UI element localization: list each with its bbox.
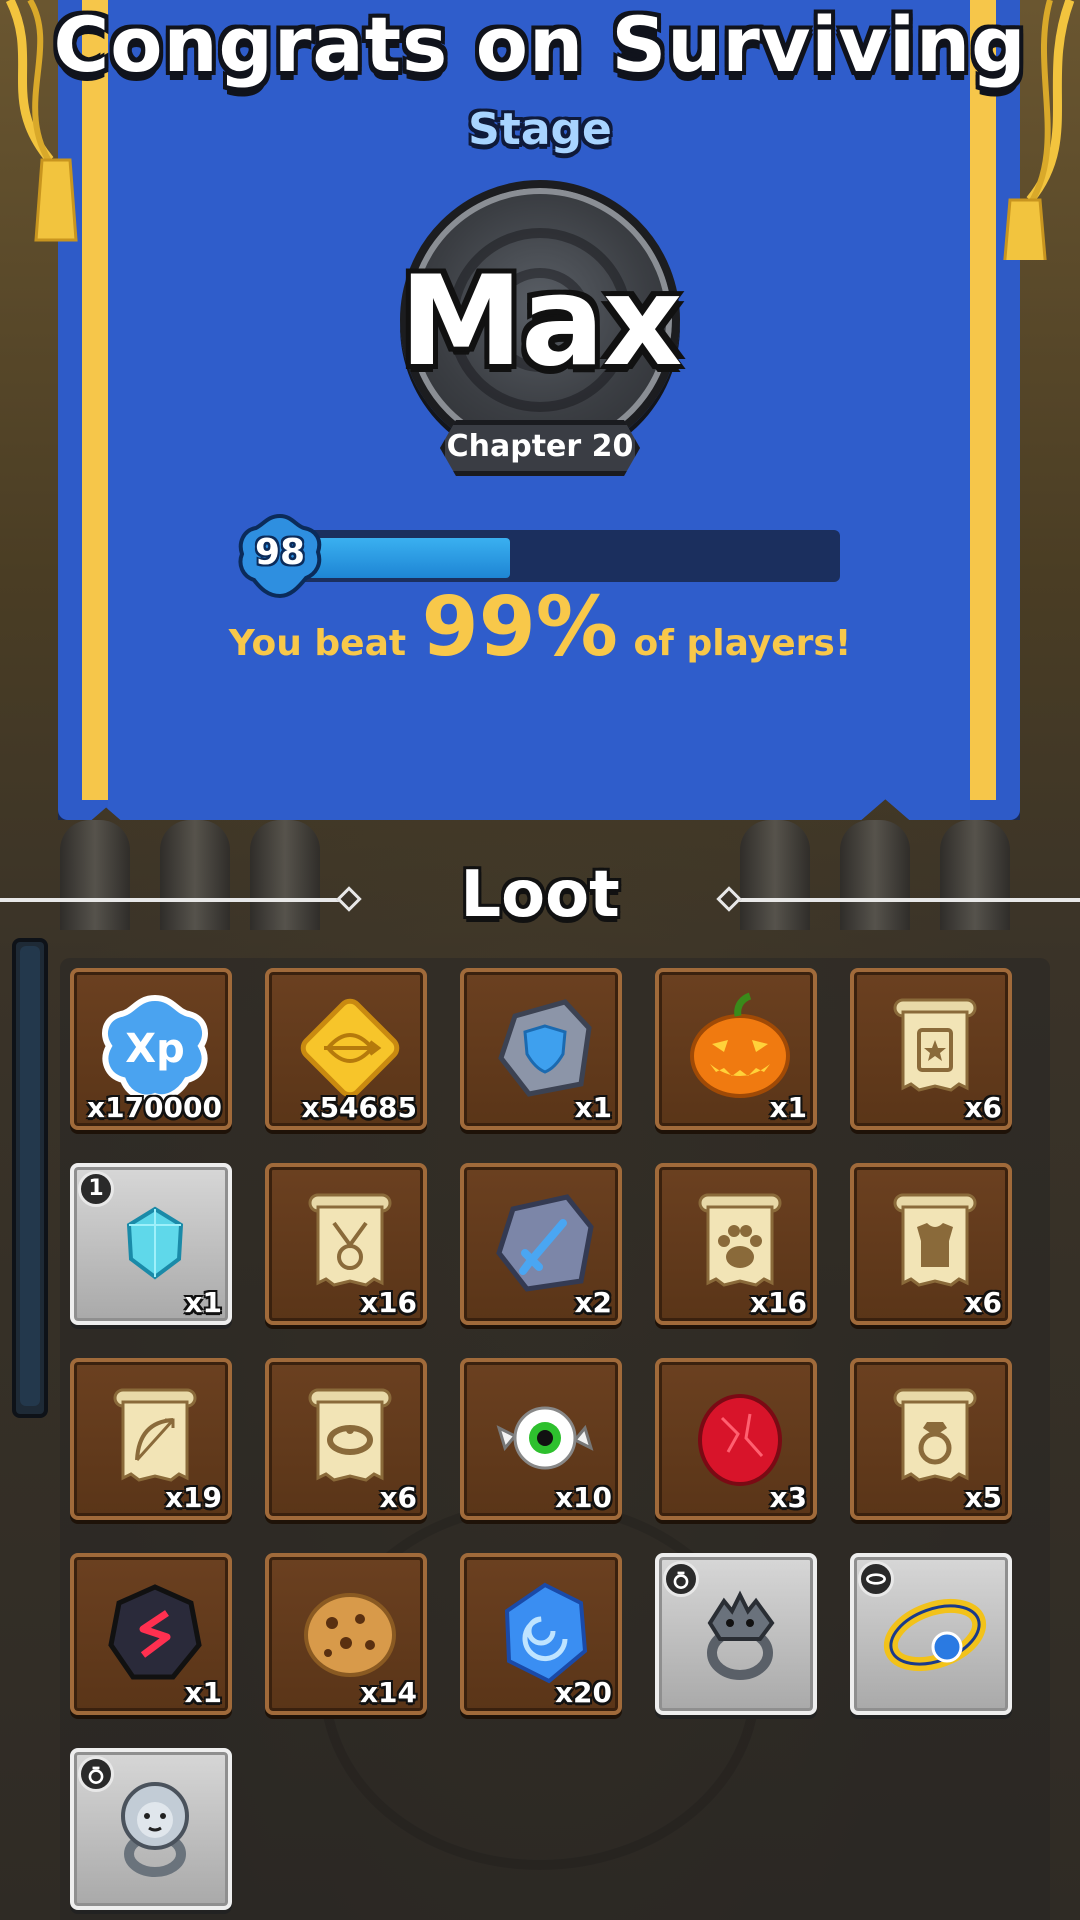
item-quantity: x16 xyxy=(749,1286,807,1319)
gem-icon xyxy=(126,1206,184,1280)
ranking-percent: 99% xyxy=(421,580,618,675)
item-quantity: x16 xyxy=(359,1286,417,1319)
cookie-icon xyxy=(304,1593,396,1677)
gold-bow-coin-icon xyxy=(300,998,400,1098)
gold-bracelet-icon xyxy=(883,1598,987,1672)
level-progress-bar xyxy=(290,530,840,582)
jack-o-lantern-icon xyxy=(690,992,790,1098)
loot-item-armor-scroll[interactable]: x6 xyxy=(850,1163,1012,1325)
item-quantity: x1 xyxy=(184,1286,222,1319)
loot-item-dragon-ring[interactable] xyxy=(655,1553,817,1715)
item-quantity: x54685 xyxy=(301,1091,417,1124)
loot-item-shield-stone[interactable]: x1 xyxy=(460,968,622,1130)
stage-label: Stage xyxy=(468,104,612,155)
ranking-suffix: of players! xyxy=(633,623,852,664)
loot-title: Loot xyxy=(460,858,620,932)
ring-scroll-icon xyxy=(893,1388,977,1482)
eye-candy-icon xyxy=(496,1406,594,1470)
item-quantity: x1 xyxy=(184,1676,222,1709)
ring-type-icon xyxy=(663,1561,699,1597)
item-quantity: x6 xyxy=(379,1481,417,1514)
item-quantity: x10 xyxy=(554,1481,612,1514)
loot-item-cookie[interactable]: x14 xyxy=(265,1553,427,1715)
loot-item-jack-o-lantern[interactable]: x1 xyxy=(655,968,817,1130)
item-quantity: x5 xyxy=(964,1481,1002,1514)
loot-item-bow-scroll[interactable]: x19 xyxy=(70,1358,232,1520)
item-quantity: x1 xyxy=(769,1091,807,1124)
armor-scroll-icon xyxy=(893,1193,977,1287)
item-quantity: x3 xyxy=(769,1481,807,1514)
ring-type-icon xyxy=(78,1756,114,1792)
loot-item-paw-scroll[interactable]: x16 xyxy=(655,1163,817,1325)
loot-item-gold-bow-coin[interactable]: x54685 xyxy=(265,968,427,1130)
count-badge: 1 xyxy=(78,1171,114,1207)
scrollbar-thumb[interactable] xyxy=(20,946,40,1406)
level-number: 98 xyxy=(254,532,306,573)
dragon-ring-icon xyxy=(707,1590,775,1680)
shield-stone-icon xyxy=(498,999,592,1097)
bracelet-scroll-icon xyxy=(308,1388,392,1482)
loot-item-amulet-scroll[interactable]: x16 xyxy=(265,1163,427,1325)
loot-item-blue-crystal[interactable]: x20 xyxy=(460,1553,622,1715)
loot-item-red-orb[interactable]: x3 xyxy=(655,1358,817,1520)
item-quantity: x19 xyxy=(164,1481,222,1514)
sword-stone-icon xyxy=(496,1194,594,1292)
svg-text:Xp: Xp xyxy=(125,1026,184,1072)
bracelet-type-icon xyxy=(858,1561,894,1597)
loot-item-dark-rune[interactable]: x1 xyxy=(70,1553,232,1715)
dark-rune-icon xyxy=(108,1584,202,1680)
loot-item-lion-ring[interactable] xyxy=(70,1748,232,1910)
amulet-scroll-icon xyxy=(308,1193,392,1287)
item-quantity: x6 xyxy=(964,1091,1002,1124)
chapter-label: Chapter 20 xyxy=(446,429,634,464)
stage-name: Max xyxy=(399,250,682,394)
ranking-prefix: You beat xyxy=(228,623,407,664)
book-scroll-icon xyxy=(893,998,977,1092)
blue-crystal-icon xyxy=(504,1582,588,1684)
side-scrollbar[interactable] xyxy=(12,938,48,1418)
lion-ring-icon xyxy=(121,1782,189,1877)
item-quantity: x6 xyxy=(964,1286,1002,1319)
congrats-title: Congrats on Surviving xyxy=(53,0,1027,89)
item-quantity: x2 xyxy=(574,1286,612,1319)
bow-scroll-icon xyxy=(113,1388,197,1482)
loot-item-eye-candy[interactable]: x10 xyxy=(460,1358,622,1520)
xp-icon: Xp xyxy=(102,994,208,1101)
loot-item-gem[interactable]: 1 x1 xyxy=(70,1163,232,1325)
item-quantity: x20 xyxy=(554,1676,612,1709)
item-quantity: x14 xyxy=(359,1676,417,1709)
red-orb-icon xyxy=(698,1394,782,1486)
paw-scroll-icon xyxy=(698,1193,782,1287)
loot-item-ring-scroll[interactable]: x5 xyxy=(850,1358,1012,1520)
ranking-text: You beat 99% of players! xyxy=(0,580,1080,675)
item-quantity: x170000 xyxy=(87,1091,222,1124)
loot-item-sword-stone[interactable]: x2 xyxy=(460,1163,622,1325)
item-quantity: x1 xyxy=(574,1091,612,1124)
loot-item-bracelet-scroll[interactable]: x6 xyxy=(265,1358,427,1520)
loot-item-gold-bracelet[interactable] xyxy=(850,1553,1012,1715)
loot-item-book-scroll[interactable]: x6 xyxy=(850,968,1012,1130)
loot-item-xp[interactable]: Xp x170000 xyxy=(70,968,232,1130)
